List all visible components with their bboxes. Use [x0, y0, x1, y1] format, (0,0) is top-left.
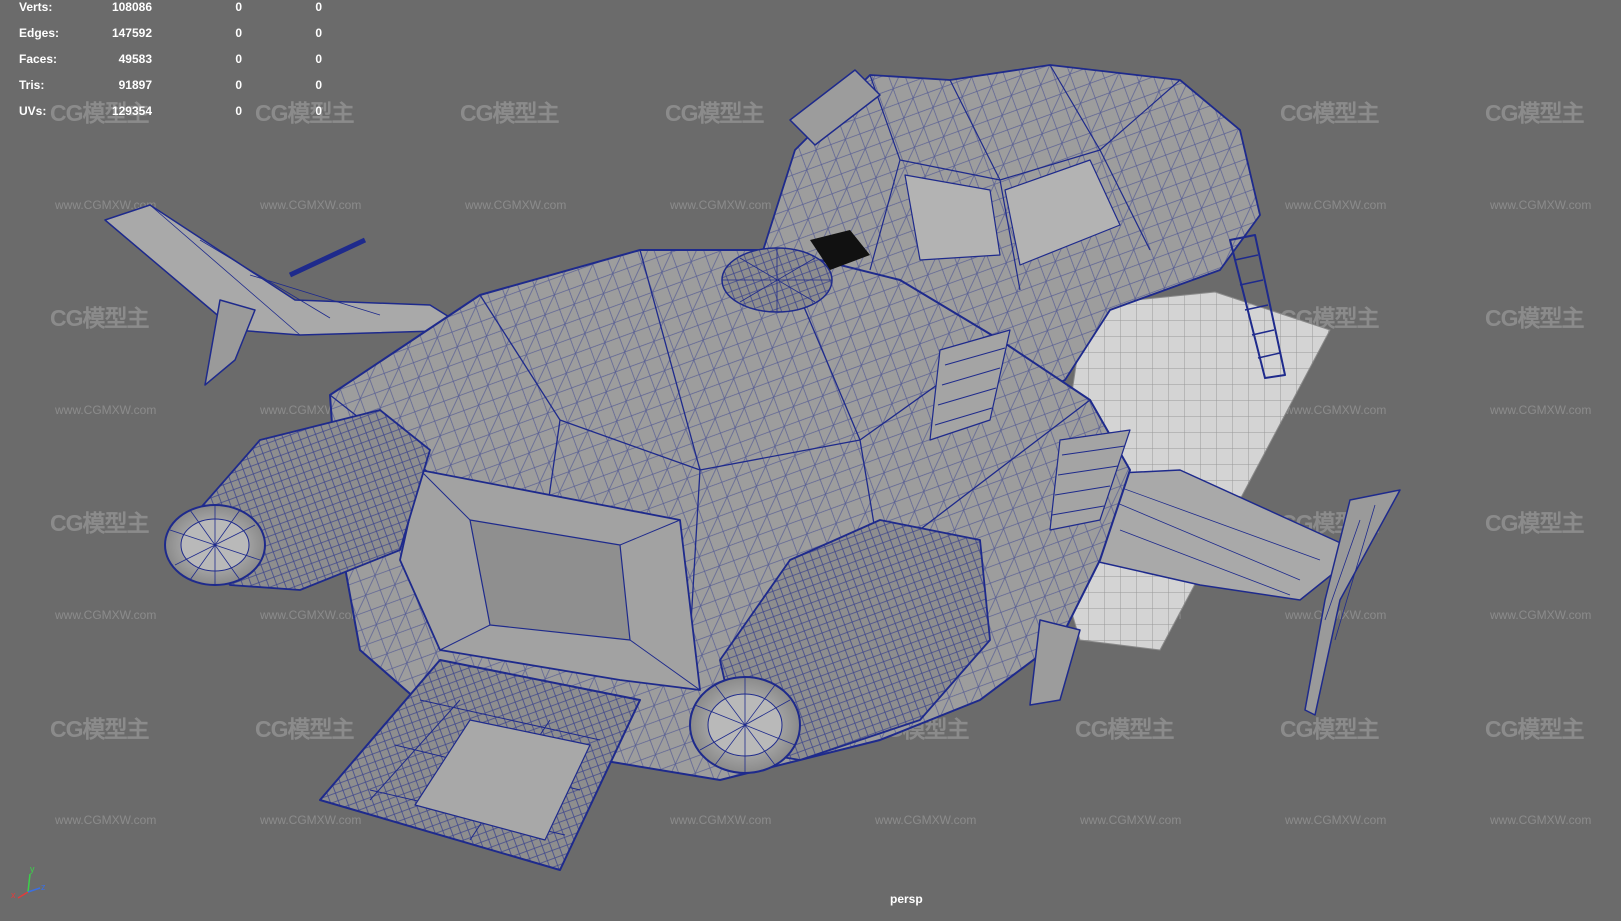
stat-value: 108086	[111, 0, 152, 14]
axis-gizmo-icon: x y z	[11, 864, 46, 900]
axis-y-label: y	[30, 864, 35, 874]
stat-value: 129354	[111, 104, 152, 118]
left-wing	[104, 204, 471, 336]
stat-label: Edges:	[19, 26, 60, 40]
left-antenna	[288, 237, 367, 278]
stat-value: 91897	[118, 78, 152, 92]
stat-value: 49583	[118, 52, 152, 66]
stat-triangles: 0	[315, 26, 322, 40]
stat-triangles: 0	[315, 104, 322, 118]
stat-selected: 0	[235, 104, 242, 118]
stat-value: 147592	[111, 26, 152, 40]
stat-triangles: 0	[315, 78, 322, 92]
stat-label: Faces:	[19, 52, 58, 66]
stat-selected: 0	[235, 52, 242, 66]
right-wing-fin	[1304, 489, 1401, 716]
stat-selected: 0	[235, 0, 242, 14]
stat-triangles: 0	[315, 52, 322, 66]
axis-x-label: x	[11, 890, 16, 900]
stat-selected: 0	[235, 78, 242, 92]
left-wing-fin	[204, 299, 256, 386]
axis-z-label: z	[41, 882, 46, 892]
stat-label: UVs:	[19, 104, 47, 118]
stat-label: Verts:	[19, 0, 53, 14]
camera-name-label: persp	[890, 892, 923, 906]
stat-label: Tris:	[19, 78, 45, 92]
stat-selected: 0	[235, 26, 242, 40]
3d-viewport[interactable]: CG模型主 CG模型主 CG模型主 CG模型主 CG模型主 CG模型主 CG模型主 CG模型主…	[0, 0, 1621, 921]
spaceship-wireframe-model[interactable]	[0, 0, 1621, 921]
stat-triangles: 0	[315, 0, 322, 14]
